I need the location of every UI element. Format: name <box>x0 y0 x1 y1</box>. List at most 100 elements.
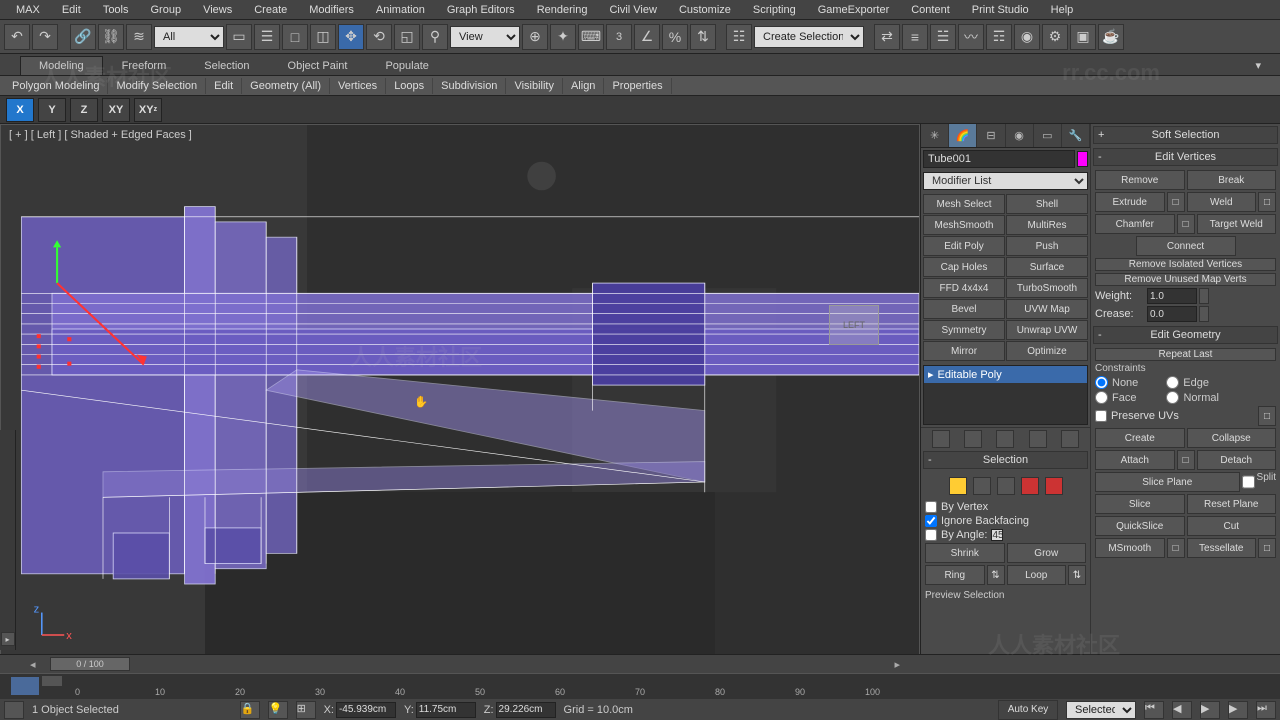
soft-selection-header[interactable]: +Soft Selection <box>1093 126 1278 144</box>
mod-uvw-map[interactable]: UVW Map <box>1006 299 1088 319</box>
stack-editable-poly[interactable]: ▸ Editable Poly <box>924 366 1087 383</box>
ribbon-vertices[interactable]: Vertices <box>330 78 386 94</box>
weld-settings-button[interactable]: □ <box>1258 192 1276 212</box>
isolate-icon[interactable]: 💡 <box>268 701 288 719</box>
remove-isolated-button[interactable]: Remove Isolated Vertices <box>1095 258 1276 271</box>
cmd-tab-modify[interactable]: 🌈 <box>949 124 977 147</box>
menu-animation[interactable]: Animation <box>366 2 435 18</box>
viewport-layout-toggle[interactable]: ▸ <box>1 632 15 646</box>
bind-button[interactable]: ≋ <box>126 24 152 50</box>
menu-max[interactable]: MAX <box>6 2 50 18</box>
remove-unused-map-button[interactable]: Remove Unused Map Verts <box>1095 273 1276 286</box>
subobj-element-icon[interactable] <box>1045 477 1063 495</box>
render-frame-button[interactable]: ▣ <box>1070 24 1096 50</box>
manipulate-button[interactable]: ✦ <box>550 24 576 50</box>
select-by-name-button[interactable]: ☰ <box>254 24 280 50</box>
crease-spinner[interactable] <box>1199 306 1209 322</box>
target-weld-button[interactable]: Target Weld <box>1197 214 1277 234</box>
cut-button[interactable]: Cut <box>1187 516 1277 536</box>
reset-plane-button[interactable]: Reset Plane <box>1187 494 1277 514</box>
layers-button[interactable]: ☱ <box>930 24 956 50</box>
menu-content[interactable]: Content <box>901 2 960 18</box>
window-crossing-button[interactable]: ◫ <box>310 24 336 50</box>
repeat-last-button[interactable]: Repeat Last <box>1095 348 1276 361</box>
menu-scripting[interactable]: Scripting <box>743 2 806 18</box>
remove-button[interactable]: Remove <box>1095 170 1185 190</box>
cmd-tab-utilities[interactable]: 🔧 <box>1062 124 1090 147</box>
tessellate-settings-button[interactable]: □ <box>1258 538 1276 558</box>
time-slider-track[interactable]: ◂ 0 / 100 ▸ <box>0 655 1280 673</box>
viewport-left[interactable]: [ + ] [ Left ] [ Shaded + Edged Faces ] <box>0 124 920 654</box>
cmd-tab-create[interactable]: ✳ <box>921 124 949 147</box>
msmooth-button[interactable]: MSmooth <box>1095 538 1165 558</box>
mod-bevel[interactable]: Bevel <box>923 299 1005 319</box>
slice-plane-button[interactable]: Slice Plane <box>1095 472 1240 492</box>
axis-x-button[interactable]: X <box>6 98 34 122</box>
cmd-tab-display[interactable]: ▭ <box>1034 124 1062 147</box>
show-end-result-icon[interactable] <box>964 430 982 448</box>
slice-button[interactable]: Slice <box>1095 494 1185 514</box>
ribbon-tab-selection[interactable]: Selection <box>185 56 268 75</box>
menu-create[interactable]: Create <box>244 2 297 18</box>
menu-modifiers[interactable]: Modifiers <box>299 2 364 18</box>
menu-rendering[interactable]: Rendering <box>527 2 598 18</box>
mod-meshsmooth[interactable]: MeshSmooth <box>923 215 1005 235</box>
rotate-button[interactable]: ⟲ <box>366 24 392 50</box>
viewcube[interactable]: LEFT <box>829 305 879 345</box>
ribbon-align[interactable]: Align <box>563 78 604 94</box>
menu-print-studio[interactable]: Print Studio <box>962 2 1039 18</box>
collapse-button[interactable]: Collapse <box>1187 428 1277 448</box>
constraint-face-radio[interactable] <box>1095 391 1108 404</box>
rectangle-region-button[interactable]: □ <box>282 24 308 50</box>
y-coord-field[interactable] <box>416 702 476 718</box>
make-unique-icon[interactable] <box>996 430 1014 448</box>
named-sel-button[interactable]: ☷ <box>726 24 752 50</box>
menu-civil-view[interactable]: Civil View <box>599 2 666 18</box>
autokey-button[interactable]: Auto Key <box>998 700 1058 720</box>
percent-snap-button[interactable]: % <box>662 24 688 50</box>
select-object-button[interactable]: ▭ <box>226 24 252 50</box>
axis-xy-button[interactable]: XY <box>102 98 130 122</box>
by-vertex-checkbox[interactable]: By Vertex <box>925 501 1086 513</box>
ribbon-tab-object-paint[interactable]: Object Paint <box>269 56 367 75</box>
mod-turbosmooth[interactable]: TurboSmooth <box>1006 278 1088 298</box>
quickslice-button[interactable]: QuickSlice <box>1095 516 1185 536</box>
material-editor-button[interactable]: ◉ <box>1014 24 1040 50</box>
ribbon-geometry-all[interactable]: Geometry (All) <box>242 78 330 94</box>
play-icon[interactable]: ▶ <box>1200 701 1220 719</box>
ignore-backfacing-checkbox[interactable]: Ignore Backfacing <box>925 515 1086 527</box>
extrude-button[interactable]: Extrude <box>1095 192 1165 212</box>
play-prev-icon[interactable]: ◀ <box>1172 701 1192 719</box>
schematic-button[interactable]: ☶ <box>986 24 1012 50</box>
axis-xyz-button[interactable]: XYz <box>134 98 162 122</box>
pivot-button[interactable]: ⊕ <box>522 24 548 50</box>
mod-symmetry[interactable]: Symmetry <box>923 320 1005 340</box>
constraint-none-radio[interactable] <box>1095 376 1108 389</box>
mod-ffd[interactable]: FFD 4x4x4 <box>923 278 1005 298</box>
crease-field[interactable] <box>1147 306 1197 322</box>
object-name-field[interactable] <box>923 150 1075 168</box>
timeline-config-icon[interactable] <box>42 676 62 686</box>
align-button[interactable]: ≡ <box>902 24 928 50</box>
menu-help[interactable]: Help <box>1041 2 1084 18</box>
split-checkbox[interactable] <box>1242 472 1255 492</box>
mod-multires[interactable]: MultiRes <box>1006 215 1088 235</box>
spinner-snap-button[interactable]: ⇅ <box>690 24 716 50</box>
by-angle-checkbox[interactable] <box>925 529 937 541</box>
z-coord-field[interactable] <box>496 702 556 718</box>
coord-display-icon[interactable]: ⊞ <box>296 701 316 719</box>
create-button[interactable]: Create <box>1095 428 1185 448</box>
attach-list-button[interactable]: □ <box>1177 450 1195 470</box>
edit-vertices-header[interactable]: -Edit Vertices <box>1093 148 1278 166</box>
mod-optimize[interactable]: Optimize <box>1006 341 1088 361</box>
ribbon-toggle-icon[interactable]: ▾ <box>1236 55 1280 75</box>
play-start-icon[interactable]: ⏮ <box>1144 701 1164 719</box>
mod-cap-holes[interactable]: Cap Holes <box>923 257 1005 277</box>
maxscript-listener-icon[interactable] <box>4 701 24 719</box>
loop-step-button[interactable]: ⇅ <box>1068 565 1086 585</box>
mod-push[interactable]: Push <box>1006 236 1088 256</box>
ring-button[interactable]: Ring <box>925 565 985 585</box>
menu-views[interactable]: Views <box>193 2 242 18</box>
mod-mesh-select[interactable]: Mesh Select <box>923 194 1005 214</box>
weight-field[interactable] <box>1147 288 1197 304</box>
